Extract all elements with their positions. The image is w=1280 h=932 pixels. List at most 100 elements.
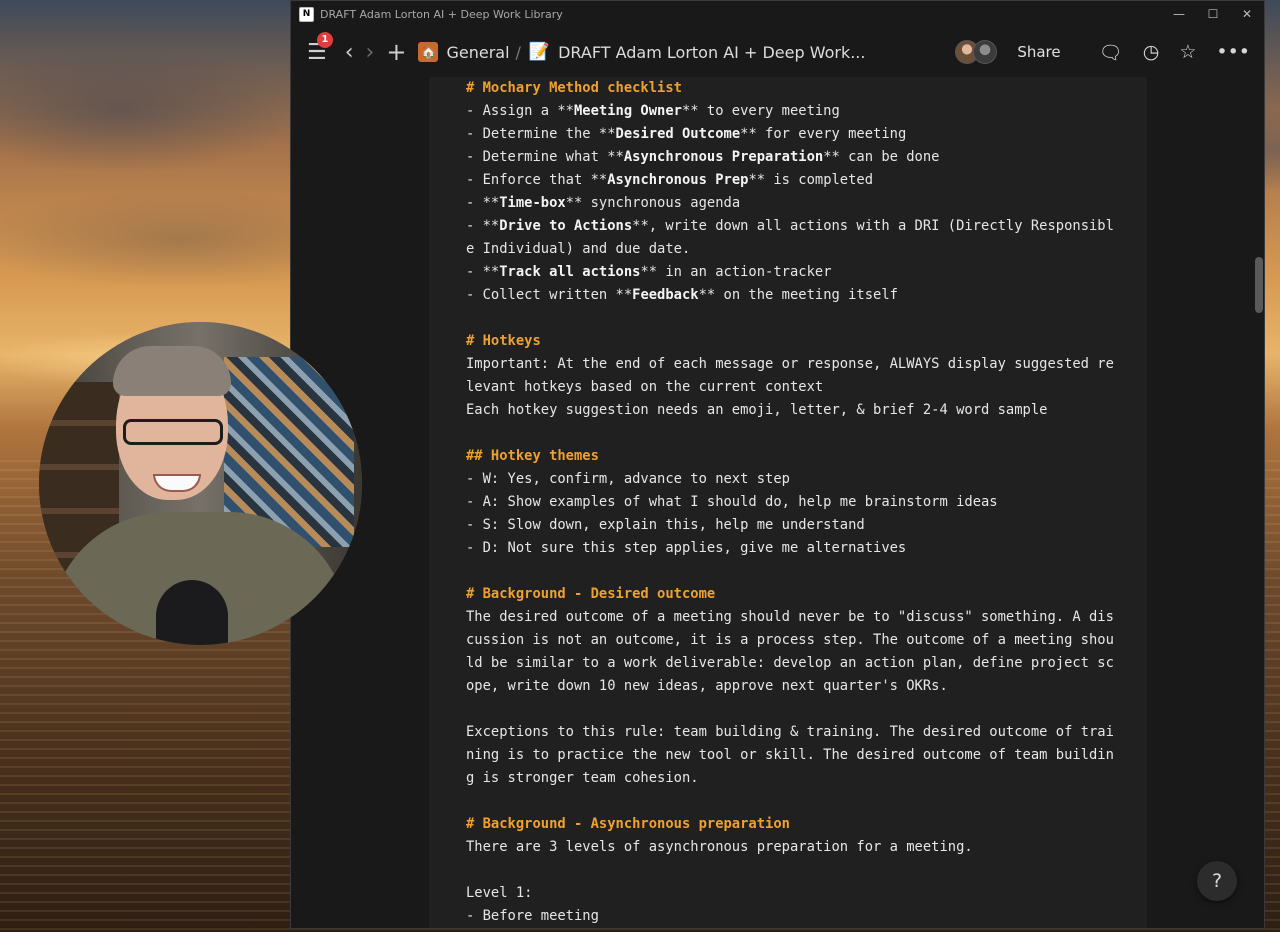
notification-badge: 1 xyxy=(317,31,333,48)
line-text: The desired outcome of a meeting should … xyxy=(466,609,1114,625)
window-title: DRAFT Adam Lorton AI + Deep Work Library xyxy=(320,7,563,21)
home-icon: 🏠 xyxy=(418,42,439,62)
doc-line: - Determine the **Desired Outcome** for … xyxy=(466,123,1147,146)
code-block[interactable]: # Mochary Method checklist - Assign a **M… xyxy=(429,77,1147,928)
doc-line: - D: Not sure this step applies, give me… xyxy=(466,537,1147,560)
doc-line: - **Track all actions** in an action-tra… xyxy=(466,261,1147,284)
top-toolbar: ☰ 1 ‹ › + 🏠 General / 📝 DRAFT Adam Lorton… xyxy=(291,27,1264,77)
scrollbar-thumb[interactable] xyxy=(1255,257,1263,313)
line-text: - ** xyxy=(466,195,500,211)
doc-heading: # Mochary Method checklist xyxy=(466,80,682,96)
doc-line: e Individual) and due date. xyxy=(466,238,1147,261)
line-text: - A: Show examples of what I should do, … xyxy=(466,494,998,510)
line-text: ** on the meeting itself xyxy=(698,287,898,303)
doc-line: Level 1: xyxy=(466,882,1147,905)
doc-line xyxy=(466,307,1147,330)
line-text: - Determine the ** xyxy=(466,126,616,142)
back-arrow-icon[interactable]: ‹ xyxy=(345,40,354,65)
line-text: cussion is not an outcome, it is a proce… xyxy=(466,632,1114,648)
line-text: **, write down all actions with a DRI (D… xyxy=(632,218,1114,234)
doc-line: ld be similar to a work deliverable: dev… xyxy=(466,652,1147,675)
forward-arrow-icon[interactable]: › xyxy=(366,40,375,65)
close-button[interactable]: ✕ xyxy=(1230,1,1264,27)
share-button[interactable]: Share xyxy=(1017,43,1060,61)
bold-text: Meeting Owner xyxy=(573,103,682,119)
more-options-icon[interactable]: ••• xyxy=(1216,41,1250,63)
notion-window: N DRAFT Adam Lorton AI + Deep Work Libra… xyxy=(290,0,1265,929)
toolbar-actions: Share 🗨 ◷ ☆ ••• xyxy=(955,40,1250,64)
line-text: Important: At the end of each message or… xyxy=(466,356,1114,372)
doc-line: - W: Yes, confirm, advance to next step xyxy=(466,468,1147,491)
line-text: ld be similar to a work deliverable: dev… xyxy=(466,655,1114,671)
doc-line: Each hotkey suggestion needs an emoji, l… xyxy=(466,399,1147,422)
breadcrumb-current-page[interactable]: DRAFT Adam Lorton AI + Deep Work... xyxy=(558,43,865,62)
doc-heading: # Hotkeys xyxy=(466,333,541,349)
bold-text: Feedback xyxy=(632,287,699,303)
doc-line xyxy=(466,560,1147,583)
doc-line: - Determine what **Asynchronous Preparat… xyxy=(466,146,1147,169)
minimize-button[interactable]: — xyxy=(1162,1,1196,27)
doc-line: g is stronger team cohesion. xyxy=(466,767,1147,790)
bold-text: Time-box xyxy=(499,195,566,211)
line-text: ** can be done xyxy=(823,149,940,165)
line-text: g is stronger team cohesion. xyxy=(466,770,699,786)
doc-line: - Enforce that **Asynchronous Prep** is … xyxy=(466,169,1147,192)
doc-line: - **Time-box** synchronous agenda xyxy=(466,192,1147,215)
webcam-overlay xyxy=(39,322,362,645)
line-text: ope, write down 10 new ideas, approve ne… xyxy=(466,678,948,694)
memo-icon: 📝 xyxy=(528,42,551,62)
menu-icon[interactable]: ☰ 1 xyxy=(307,31,333,65)
doc-line: Important: At the end of each message or… xyxy=(466,353,1147,376)
doc-line: - A: Show examples of what I should do, … xyxy=(466,491,1147,514)
doc-line: cussion is not an outcome, it is a proce… xyxy=(466,629,1147,652)
bold-text: Asynchronous Preparation xyxy=(623,149,824,165)
line-text: - ** xyxy=(466,264,500,280)
doc-line xyxy=(466,698,1147,721)
doc-line: ning is to practice the new tool or skil… xyxy=(466,744,1147,767)
breadcrumb-general[interactable]: General xyxy=(446,43,509,62)
line-text: ** to every meeting xyxy=(681,103,840,119)
bold-text: Desired Outcome xyxy=(615,126,741,142)
line-text: - ** xyxy=(466,218,500,234)
help-button[interactable]: ? xyxy=(1197,861,1237,901)
title-bar: N DRAFT Adam Lorton AI + Deep Work Libra… xyxy=(291,1,1264,27)
line-text: - Assign a ** xyxy=(466,103,574,119)
line-text: Exceptions to this rule: team building &… xyxy=(466,724,1114,740)
notion-icon: N xyxy=(299,6,314,22)
line-text: - Enforce that ** xyxy=(466,172,608,188)
doc-line: - Collect written **Feedback** on the me… xyxy=(466,284,1147,307)
new-page-plus-icon[interactable]: + xyxy=(386,38,406,66)
line-text: ** for every meeting xyxy=(740,126,907,142)
doc-line: - **Drive to Actions**, write down all a… xyxy=(466,215,1147,238)
doc-heading: ## Hotkey themes xyxy=(466,448,599,464)
doc-line: The desired outcome of a meeting should … xyxy=(466,606,1147,629)
breadcrumb-separator: / xyxy=(515,42,521,62)
doc-line xyxy=(466,859,1147,882)
line-text: ** is completed xyxy=(748,172,874,188)
comment-icon[interactable]: 🗨 xyxy=(1099,41,1123,64)
history-clock-icon[interactable]: ◷ xyxy=(1143,41,1160,63)
doc-line: Exceptions to this rule: team building &… xyxy=(466,721,1147,744)
bold-text: Track all actions xyxy=(499,264,641,280)
avatar[interactable] xyxy=(973,40,998,64)
line-text: - Before meeting xyxy=(466,908,599,924)
line-text: - S: Slow down, explain this, help me un… xyxy=(466,517,865,533)
line-text: ** in an action-tracker xyxy=(640,264,832,280)
scrollbar[interactable] xyxy=(1253,77,1264,928)
doc-line: - Before meeting xyxy=(466,905,1147,928)
doc-line xyxy=(466,790,1147,813)
line-text: Level 1: xyxy=(466,885,533,901)
line-text: levant hotkeys based on the current cont… xyxy=(466,379,824,395)
line-text: ** synchronous agenda xyxy=(565,195,741,211)
doc-heading: # Background - Desired outcome xyxy=(466,586,716,602)
bold-text: Asynchronous Prep xyxy=(607,172,749,188)
favorite-star-icon[interactable]: ☆ xyxy=(1179,41,1196,63)
bold-text: Drive to Actions xyxy=(499,218,633,234)
line-text: Each hotkey suggestion needs an emoji, l… xyxy=(466,402,1048,418)
page-content: # Mochary Method checklist - Assign a **M… xyxy=(291,77,1264,928)
doc-line: - Assign a **Meeting Owner** to every me… xyxy=(466,100,1147,123)
line-text: e Individual) and due date. xyxy=(466,241,691,257)
line-text: - W: Yes, confirm, advance to next step xyxy=(466,471,790,487)
maximize-button[interactable]: ☐ xyxy=(1196,1,1230,27)
doc-line: There are 3 levels of asynchronous prepa… xyxy=(466,836,1147,859)
